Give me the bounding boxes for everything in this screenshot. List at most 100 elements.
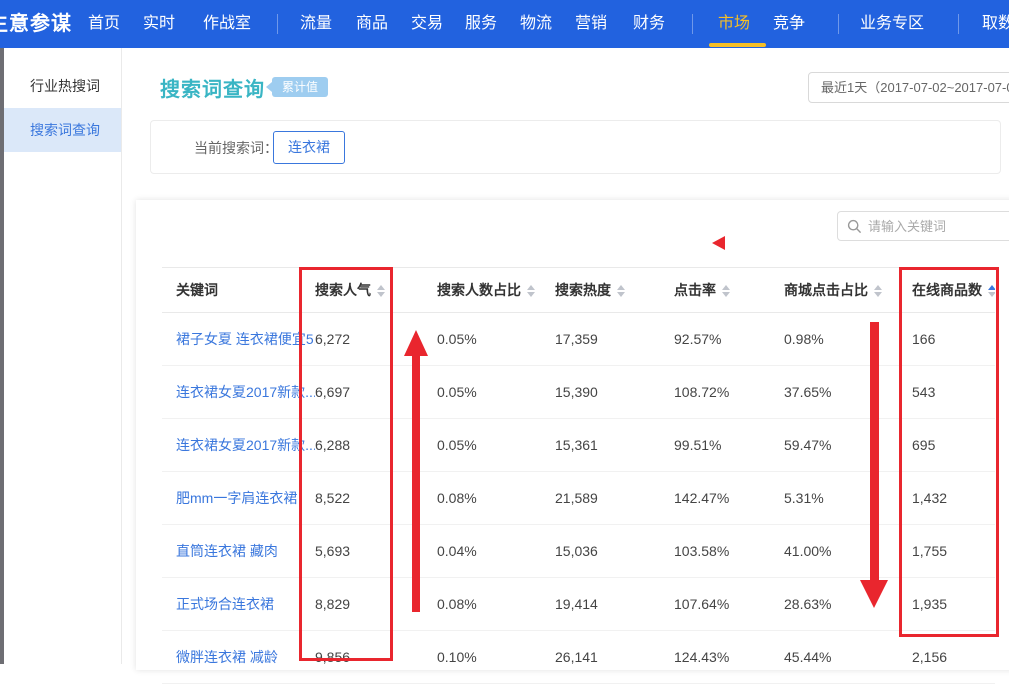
keywords-table: 关键词 搜索人气 搜索人数占比 搜索热度 点击率 商城点击占比 在线商品数 裙子…	[162, 267, 995, 684]
keyword-link[interactable]: 直筒连衣裙 藏肉	[176, 543, 278, 559]
keyword-link[interactable]: 正式场合连衣裙	[176, 596, 274, 612]
sidebar-item-search-term-query[interactable]: 搜索词查询	[4, 108, 121, 152]
search-popularity-cell: 5,693	[315, 543, 437, 559]
nav-item-traffic[interactable]: 流量	[300, 0, 332, 48]
sort-icon[interactable]	[527, 285, 535, 297]
click-rate-cell: 99.51%	[674, 437, 784, 453]
keyword-link[interactable]: 肥mm一字肩连衣裙	[176, 490, 297, 506]
sort-icon[interactable]	[377, 285, 385, 297]
sidebar: 行业热搜词 搜索词查询	[4, 48, 122, 664]
online-products-cell: 2,156	[912, 649, 995, 665]
mall-click-ratio-cell: 41.00%	[784, 543, 912, 559]
nav-item-competition[interactable]: 竞争	[773, 0, 805, 48]
sort-icon[interactable]	[617, 285, 625, 297]
searcher-ratio-cell: 0.05%	[437, 384, 555, 400]
search-popularity-cell: 6,272	[315, 331, 437, 347]
sidebar-item-industry-hot-words[interactable]: 行业热搜词	[4, 64, 121, 108]
search-heat-cell: 17,359	[555, 331, 674, 347]
search-heat-cell: 19,414	[555, 596, 674, 612]
mall-click-ratio-cell: 37.65%	[784, 384, 912, 400]
keyword-cell: 微胖连衣裙 减龄	[162, 647, 315, 667]
column-header-mall-click-ratio[interactable]: 商城点击占比	[784, 280, 912, 300]
mall-click-ratio-cell: 0.98%	[784, 331, 912, 347]
click-rate-cell: 142.47%	[674, 490, 784, 506]
searcher-ratio-cell: 0.05%	[437, 437, 555, 453]
column-header-keyword: 关键词	[162, 280, 315, 300]
current-search-term-label: 当前搜索词：	[194, 138, 278, 158]
column-header-search-heat[interactable]: 搜索热度	[555, 280, 674, 300]
search-heat-cell: 15,361	[555, 437, 674, 453]
mall-click-ratio-cell: 28.63%	[784, 596, 912, 612]
keyword-cell: 连衣裙女夏2017新款...	[162, 382, 315, 402]
click-rate-cell: 92.57%	[674, 331, 784, 347]
keyword-link[interactable]: 连衣裙女夏2017新款...	[176, 437, 315, 453]
table-row: 连衣裙女夏2017新款... 6,697 0.05% 15,390 108.72…	[162, 366, 995, 419]
nav-item-finance[interactable]: 财务	[633, 0, 665, 48]
table-row: 连衣裙女夏2017新款... 6,288 0.05% 15,361 99.51%…	[162, 419, 995, 472]
sort-icon[interactable]	[722, 285, 730, 297]
search-popularity-cell: 6,288	[315, 437, 437, 453]
search-term-tag[interactable]: 连衣裙	[273, 131, 345, 164]
mall-click-ratio-cell: 5.31%	[784, 490, 912, 506]
nav-item-goods[interactable]: 商品	[356, 0, 388, 48]
column-header-search-popularity[interactable]: 搜索人气	[315, 280, 437, 300]
online-products-cell: 1,755	[912, 543, 995, 559]
search-heat-cell: 21,589	[555, 490, 674, 506]
nav-item-realtime[interactable]: 实时	[143, 0, 175, 48]
column-header-searcher-ratio[interactable]: 搜索人数占比	[437, 280, 555, 300]
keyword-cell: 正式场合连衣裙	[162, 594, 315, 614]
nav-divider	[958, 14, 959, 34]
nav-item-data-extract[interactable]: 取数	[982, 0, 1009, 48]
keyword-link[interactable]: 微胖连衣裙 减龄	[176, 649, 278, 665]
app-logo: 生意参谋	[0, 0, 72, 48]
click-rate-cell: 107.64%	[674, 596, 784, 612]
nav-divider	[692, 14, 693, 34]
search-heat-cell: 15,036	[555, 543, 674, 559]
column-header-label: 关键词	[176, 282, 218, 298]
table-row: 正式场合连衣裙 8,829 0.08% 19,414 107.64% 28.63…	[162, 578, 995, 631]
searcher-ratio-cell: 0.04%	[437, 543, 555, 559]
page-title: 搜索词查询	[160, 73, 265, 102]
nav-item-war-room[interactable]: 作战室	[203, 0, 251, 48]
table-row: 直筒连衣裙 藏肉 5,693 0.04% 15,036 103.58% 41.0…	[162, 525, 995, 578]
mall-click-ratio-cell: 45.44%	[784, 649, 912, 665]
keyword-cell: 肥mm一字肩连衣裙	[162, 488, 315, 508]
nav-item-trade[interactable]: 交易	[411, 0, 443, 48]
searcher-ratio-cell: 0.05%	[437, 331, 555, 347]
nav-item-market[interactable]: 市场	[718, 0, 750, 48]
column-header-label: 商城点击占比	[784, 282, 868, 298]
sort-icon[interactable]	[874, 285, 882, 297]
column-header-click-rate[interactable]: 点击率	[674, 280, 784, 300]
click-rate-cell: 103.58%	[674, 543, 784, 559]
search-heat-cell: 26,141	[555, 649, 674, 665]
column-header-label: 搜索人气	[315, 282, 371, 298]
nav-item-logistics[interactable]: 物流	[520, 0, 552, 48]
searcher-ratio-cell: 0.10%	[437, 649, 555, 665]
current-term-card: 当前搜索词： 连衣裙	[150, 120, 1001, 174]
online-products-cell: 543	[912, 384, 995, 400]
keyword-link[interactable]: 裙子女夏 连衣裙便宜5...	[176, 331, 315, 347]
search-popularity-cell: 8,522	[315, 490, 437, 506]
date-range-selector[interactable]: 最近1天（2017-07-02~2017-07-02	[808, 72, 1009, 103]
table-row: 裙子女夏 连衣裙便宜5... 6,272 0.05% 17,359 92.57%…	[162, 313, 995, 366]
active-tab-underline	[709, 43, 766, 47]
keyword-search-input[interactable]	[868, 213, 1008, 239]
nav-item-business-zone[interactable]: 业务专区	[860, 0, 924, 48]
table-row: 肥mm一字肩连衣裙 8,522 0.08% 21,589 142.47% 5.3…	[162, 472, 995, 525]
click-rate-cell: 108.72%	[674, 384, 784, 400]
table-row: 微胖连衣裙 减龄 9,856 0.10% 26,141 124.43% 45.4…	[162, 631, 995, 684]
nav-item-marketing[interactable]: 营销	[575, 0, 607, 48]
search-popularity-cell: 6,697	[315, 384, 437, 400]
sort-icon[interactable]	[988, 285, 995, 297]
nav-item-service[interactable]: 服务	[465, 0, 497, 48]
keyword-cell: 裙子女夏 连衣裙便宜5...	[162, 329, 315, 349]
column-header-label: 搜索人数占比	[437, 282, 521, 298]
top-nav: 生意参谋 首页 实时 作战室 流量 商品 交易 服务 物流 营销 财务 市场 竞…	[0, 0, 1009, 48]
keyword-search-box	[837, 211, 1009, 241]
keyword-link[interactable]: 连衣裙女夏2017新款...	[176, 384, 315, 400]
nav-item-home[interactable]: 首页	[88, 0, 120, 48]
column-header-label: 在线商品数	[912, 282, 982, 298]
column-header-online-products[interactable]: 在线商品数	[912, 280, 995, 300]
online-products-cell: 1,935	[912, 596, 995, 612]
cumulative-value-badge: 累计值	[272, 77, 328, 97]
